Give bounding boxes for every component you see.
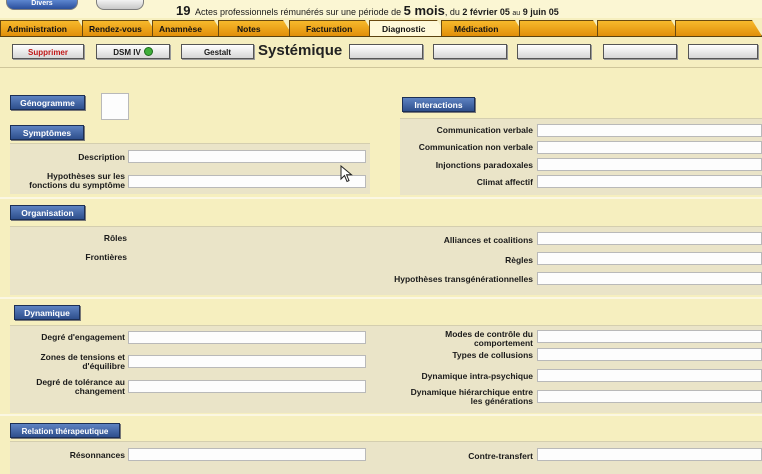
empty-action-button-3[interactable] [517, 44, 591, 59]
separator-2 [0, 297, 762, 299]
gestalt-button[interactable]: Gestalt [181, 44, 254, 59]
climat-label: Climat affectif [476, 177, 533, 187]
empty-action-button-1[interactable] [349, 44, 423, 59]
organisation-button[interactable]: Organisation [10, 205, 85, 220]
hyp-trans-label: Hypothèses transgénérationnelles [394, 274, 533, 284]
intra-label: Dynamique intra-psychique [421, 371, 533, 381]
separator-3 [0, 414, 762, 416]
tab-notes[interactable]: Notes [218, 20, 293, 36]
roles-label: Rôles [103, 233, 127, 243]
mouse-cursor-icon [340, 165, 353, 183]
tab-anamnese[interactable]: Anamnèse [152, 20, 224, 36]
comm-verbale-label: Communication verbale [436, 125, 533, 135]
regles-field[interactable] [537, 252, 762, 265]
tab-strip: Administration Rendez-vous Anamnèse Note… [0, 20, 762, 37]
hierarchique-label: Dynamique hiérarchique entre les générat… [410, 387, 533, 406]
period-length: 5 mois [403, 3, 445, 18]
hypotheses-label: Hypothèses sur les fonctions du symptôme [29, 171, 125, 190]
zones-label: Zones de tensions et d'équilibre [40, 352, 125, 371]
tab-empty-2[interactable] [597, 20, 681, 36]
tab-diagnostic[interactable]: Diagnostic [369, 20, 447, 36]
description-field[interactable] [128, 150, 366, 163]
dynamics-button[interactable]: Dynamique [14, 305, 80, 320]
comm-verbale-field[interactable] [537, 124, 762, 137]
injonctions-label: Injonctions paradoxales [435, 160, 533, 170]
tab-facturation[interactable]: Facturation [289, 20, 375, 36]
status-dot-icon [143, 47, 153, 56]
hierarchique-field[interactable] [537, 390, 762, 403]
dsm-iv-button[interactable]: DSM IV [96, 44, 170, 59]
dsm-iv-label: DSM IV [113, 48, 141, 57]
collusions-field[interactable] [537, 348, 762, 361]
tab-administration[interactable]: Administration [0, 20, 88, 36]
relation-button[interactable]: Relation thérapeutique [10, 423, 120, 438]
alliances-field[interactable] [537, 232, 762, 245]
contre-transfert-label: Contre-transfert [468, 451, 533, 461]
tab-medication[interactable]: Médication [441, 20, 525, 36]
separator-1 [0, 197, 762, 199]
modes-label: Modes de contrôle du comportement [445, 329, 533, 348]
comm-non-verbale-label: Communication non verbale [418, 142, 533, 152]
engagement-field[interactable] [128, 331, 366, 344]
period-end: 9 juin 05 [522, 7, 559, 17]
empty-action-button-5[interactable] [688, 44, 758, 59]
acts-text: Actes professionnels rémunérés sur une p… [194, 7, 402, 17]
description-label: Description [78, 152, 125, 162]
alliances-label: Alliances et coalitions [443, 235, 533, 245]
engagement-label: Degré d'engagement [41, 332, 125, 342]
genogram-button[interactable]: Génogramme [10, 95, 85, 110]
secondary-top-button[interactable] [96, 0, 144, 10]
interactions-button[interactable]: Interactions [402, 97, 475, 112]
delete-button[interactable]: Supprimer [12, 44, 84, 59]
period-sep: , du [444, 7, 460, 17]
regles-label: Règles [505, 255, 533, 265]
period-au: au [512, 10, 521, 17]
tab-rendez-vous[interactable]: Rendez-vous [82, 20, 158, 36]
empty-action-button-2[interactable] [433, 44, 507, 59]
genogram-thumbnail[interactable] [101, 93, 129, 120]
section-title: Systémique [258, 42, 343, 59]
contre-transfert-field[interactable] [537, 448, 762, 461]
tab-empty-1[interactable] [519, 20, 603, 36]
symptoms-button[interactable]: Symptômes [10, 125, 84, 140]
hypotheses-field[interactable] [128, 175, 366, 188]
intra-field[interactable] [537, 369, 762, 382]
zones-field[interactable] [128, 355, 366, 368]
divers-button[interactable]: Divers [6, 0, 78, 10]
modes-field[interactable] [537, 330, 762, 343]
empty-action-button-4[interactable] [603, 44, 677, 59]
resonances-field[interactable] [128, 448, 366, 461]
injonctions-field[interactable] [537, 158, 762, 171]
hyp-trans-field[interactable] [537, 272, 762, 285]
tolerance-field[interactable] [128, 380, 366, 393]
climat-field[interactable] [537, 175, 762, 188]
tolerance-label: Degré de tolérance au changement [36, 377, 125, 396]
acts-count: 19 [176, 3, 191, 18]
period-start: 2 février 05 [462, 7, 510, 17]
tab-empty-3[interactable] [675, 20, 762, 36]
comm-non-verbale-field[interactable] [537, 141, 762, 154]
acts-summary: 19 Actes professionnels rémunérés sur un… [176, 3, 559, 18]
resonances-label: Résonnances [69, 450, 125, 460]
collusions-label: Types de collusions [452, 350, 533, 360]
frontieres-label: Frontières [85, 252, 127, 262]
